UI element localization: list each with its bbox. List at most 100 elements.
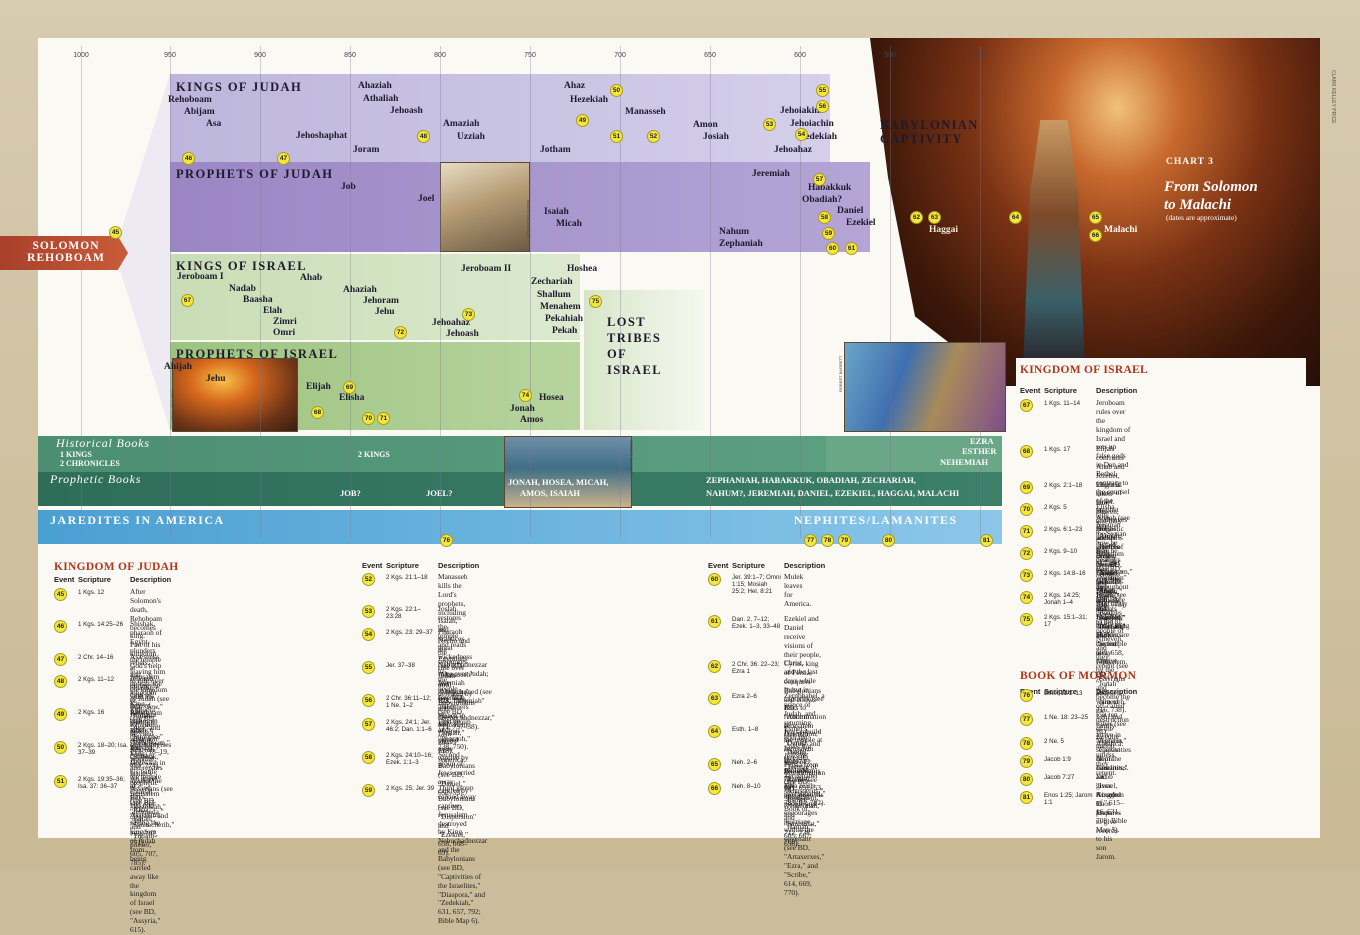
event-description: An aged Enos prepares to give records to… xyxy=(1096,790,1121,862)
king-of-israel: Zimri xyxy=(273,317,297,327)
prophets-judah-title: PROPHETS OF JUDAH xyxy=(176,167,334,181)
event-description: Mulek leaves for America. xyxy=(784,572,812,609)
event-badge: 79 xyxy=(838,534,851,547)
nephites-label: NEPHITES/LAMANITES xyxy=(794,513,958,527)
event-badge: 56 xyxy=(816,100,829,113)
event-number: 71 xyxy=(1020,525,1033,538)
description-line: marriage within the covenant (see BD, "A… xyxy=(784,816,825,861)
event-number: 65 xyxy=(708,758,721,771)
event-badge: 47 xyxy=(277,152,290,165)
rehoboam-line: REHOBOAM xyxy=(27,252,105,265)
col-header-event: Event xyxy=(1020,386,1041,395)
book-esther: ESTHER xyxy=(962,446,997,456)
event-badge: 61 xyxy=(845,242,858,255)
event-badge: 76 xyxy=(440,534,453,547)
event-number: 51 xyxy=(54,775,67,788)
scripture-ref: Neh. 2–6 xyxy=(732,759,758,766)
event-badge: 49 xyxy=(576,114,589,127)
event-number: 66 xyxy=(708,782,721,795)
year-gridline xyxy=(530,46,531,538)
event-badge: 74 xyxy=(519,389,532,402)
israel-word: ISRAEL xyxy=(607,363,662,377)
description-line: Mulek leaves for America. xyxy=(784,572,812,608)
scripture-ref: 2 Kgs. 23: 29–37 xyxy=(386,629,433,636)
event-number: 69 xyxy=(1020,481,1033,494)
kings-judah-title: KINGS OF JUDAH xyxy=(176,80,303,94)
event-number: 56 xyxy=(362,694,375,707)
event-badge: 64 xyxy=(1009,211,1022,224)
col-header-event: Event xyxy=(54,575,75,584)
scripture-ref: 2 Kgs. 21:1–18 xyxy=(386,574,428,581)
prophetic-books-title: Prophetic Books xyxy=(50,472,142,486)
king-of-judah: Asa xyxy=(206,119,222,129)
scripture-ref: 1 Kgs. 17 xyxy=(1044,446,1071,453)
scripture-ref: Jacob 1:9 xyxy=(1044,756,1071,763)
king-of-israel: Jehoram xyxy=(363,296,399,306)
scripture-ref: 1 Kgs. 12 xyxy=(78,589,105,596)
scripture-ref: 2 Kgs. 15:1–31; 17 xyxy=(1044,614,1088,629)
event-badge: 58 xyxy=(818,211,831,224)
event-number: 67 xyxy=(1020,399,1033,412)
scripture-ref: Ezra 2–6 xyxy=(732,693,757,700)
prophet-of-judah: Ezekiel xyxy=(846,218,876,228)
description-line: Third group carried away captive; Jerusa… xyxy=(438,783,476,828)
scripture-ref: 2 Kgs. 2:1–18 xyxy=(1044,482,1083,489)
king-of-judah: Rehoboam xyxy=(168,95,212,105)
description-line: kingdom of Israel (see BD, "Assyria," 61… xyxy=(130,889,161,934)
year-gridline xyxy=(260,46,261,538)
of-word: OF xyxy=(607,347,628,361)
book-2-kings: 2 KINGS xyxy=(358,450,390,459)
king-of-israel: Baasha xyxy=(243,295,273,305)
event-badge: 63 xyxy=(928,211,941,224)
event-badge: 66 xyxy=(1089,229,1102,242)
book-2-chronicles: 2 CHRONICLES xyxy=(60,459,120,468)
col-header-description: Description xyxy=(1096,386,1138,395)
col-header-description: Description xyxy=(438,561,480,570)
col-header-scripture: Scripture xyxy=(386,561,419,570)
king-of-judah: Ahaziah xyxy=(358,81,392,91)
event-number: 79 xyxy=(1020,755,1033,768)
king-of-judah: Hezekiah xyxy=(570,95,608,105)
king-of-israel: Jeroboam II xyxy=(461,264,512,274)
prophet-of-judah: Haggai xyxy=(929,225,959,235)
book-nehemiah: NEHEMIAH xyxy=(940,457,989,467)
king-of-israel: Omri xyxy=(273,328,296,338)
event-badge: 81 xyxy=(980,534,993,547)
king-of-israel: Zechariah xyxy=(531,277,573,287)
chart-title-note: (dates are approximate) xyxy=(1166,213,1237,222)
event-number: 77 xyxy=(1020,713,1033,726)
scripture-ref: Jer. 39:1–7; Omni 1:15; Mosiah 25:2; Hel… xyxy=(732,574,781,596)
chart-title-line1: From Solomon xyxy=(1164,179,1258,195)
description-line: An angel of God slays 185,000 Assyrians,… xyxy=(130,774,161,828)
event-badge: 70 xyxy=(362,412,375,425)
prophet-of-israel: Elisha xyxy=(339,393,365,403)
prophet-of-judah: Jeremiah xyxy=(752,169,790,179)
event-badge: 60 xyxy=(826,242,839,255)
artist-credit-side: CLARK KELLEY PRICE xyxy=(1330,70,1336,124)
king-of-israel: Hoshea xyxy=(567,264,598,274)
king-of-israel: Jehoahaz xyxy=(432,318,470,328)
event-badge: 67 xyxy=(181,294,194,307)
book-zeph-line1: ZEPHANIAH, HABAKKUK, OBADIAH, ZECHARIAH, xyxy=(706,475,916,485)
event-number: 59 xyxy=(362,784,375,797)
col-header-description: Description xyxy=(130,575,172,584)
king-of-judah: Athaliah xyxy=(363,94,399,104)
king-of-judah: Uzziah xyxy=(457,132,485,142)
event-number: 45 xyxy=(54,588,67,601)
israel-table-title: KINGDOM OF ISRAEL xyxy=(1020,364,1148,376)
event-number: 58 xyxy=(362,751,375,764)
col-header-scripture: Scripture xyxy=(1044,386,1077,395)
col-header-event: Event xyxy=(362,561,383,570)
event-number: 61 xyxy=(708,615,721,628)
event-number: 63 xyxy=(708,692,721,705)
col-header-scripture: Scripture xyxy=(732,561,765,570)
event-number: 49 xyxy=(54,708,67,721)
event-badge: 69 xyxy=(343,381,356,394)
credit-jonah: ROBERT BARRETT xyxy=(629,440,634,477)
event-badge: 48 xyxy=(417,130,430,143)
scripture-ref: 2 Kgs. 6:1–23 xyxy=(1044,526,1083,533)
event-badge: 68 xyxy=(311,406,324,419)
event-number: 76 xyxy=(1020,689,1033,702)
scripture-ref: 2 Chr. 36: 22–23; Ezra 1 xyxy=(732,661,780,676)
scripture-ref: 2 Kgs. 18–20; Isa. 37–39 xyxy=(78,742,128,757)
